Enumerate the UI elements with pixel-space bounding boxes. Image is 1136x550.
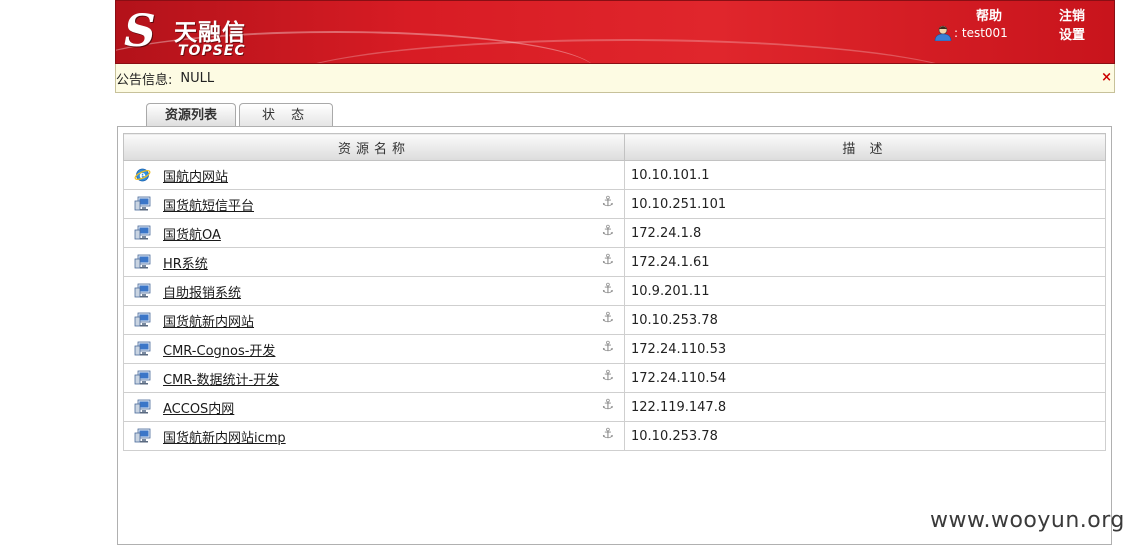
notice-bar: 公告信息: NULL × [115, 64, 1115, 93]
notice-label: 公告信息: [116, 72, 173, 88]
resource-link[interactable]: 国航内网站 [163, 170, 228, 185]
topsec-logo: S 天融信 TOPSEC [122, 6, 272, 60]
resource-name-cell: CMR-Cognos-开发 ⚓ [123, 334, 625, 364]
resource-description: 172.24.110.53 [624, 334, 1106, 364]
table-row: CMR-数据统计-开发 ⚓ 172.24.110.54 [123, 363, 1106, 393]
resource-name-cell: 国货航新内网站 ⚓ [123, 305, 625, 335]
resource-table: 资源名称 描 述 e 国航内网站 10.10.101.1 国货航短信平台 ⚓ 10.… [123, 133, 1106, 451]
resource-name-cell: 国货航短信平台 ⚓ [123, 189, 625, 219]
resource-link[interactable]: 自助报销系统 [163, 286, 241, 301]
resource-link[interactable]: 国货航新内网站icmp [163, 431, 286, 446]
anchor-icon[interactable]: ⚓ [601, 194, 614, 210]
tab-resource-list[interactable]: 资源列表 [146, 103, 237, 128]
resource-panel: 资源名称 描 述 e 国航内网站 10.10.101.1 国货航短信平台 ⚓ 10.… [117, 126, 1112, 545]
resource-description: 122.119.147.8 [624, 392, 1106, 422]
app-header: S 天融信 TOPSEC 帮助 注销 设置 : test001 [115, 0, 1115, 64]
table-row: CMR-Cognos-开发 ⚓ 172.24.110.53 [123, 334, 1106, 364]
computer-icon [134, 312, 151, 328]
table-row: HR系统 ⚓ 172.24.1.61 [123, 247, 1106, 277]
computer-icon [134, 428, 151, 444]
table-row: e 国航内网站 10.10.101.1 [123, 160, 1106, 190]
resource-link[interactable]: 国货航短信平台 [163, 199, 254, 214]
anchor-icon[interactable]: ⚓ [601, 252, 614, 268]
tab-status[interactable]: 状 态 [239, 103, 334, 127]
resource-description: 10.10.253.78 [624, 421, 1106, 451]
column-header-resource-name: 资源名称 [123, 133, 625, 161]
resource-link[interactable]: CMR-Cognos-开发 [163, 344, 275, 359]
resource-name-cell: 国货航OA ⚓ [123, 218, 625, 248]
table-row: ACCOS内网 ⚓ 122.119.147.8 [123, 392, 1106, 422]
logout-link[interactable]: 注销 [1059, 5, 1085, 24]
computer-icon [134, 370, 151, 386]
computer-icon [134, 341, 151, 357]
resource-description: 10.10.101.1 [624, 160, 1106, 190]
resource-link[interactable]: HR系统 [163, 257, 208, 272]
computer-icon [134, 225, 151, 241]
computer-icon [134, 399, 151, 415]
resource-description: 10.10.251.101 [624, 189, 1106, 219]
notice-value: NULL [180, 70, 215, 86]
logo-english-text: TOPSEC [178, 43, 246, 59]
anchor-icon[interactable]: ⚓ [601, 426, 614, 442]
ie-browser-icon: e [134, 167, 151, 183]
resource-description: 10.10.253.78 [624, 305, 1106, 335]
computer-icon [134, 254, 151, 270]
table-row: 国货航短信平台 ⚓ 10.10.251.101 [123, 189, 1106, 219]
computer-icon [134, 283, 151, 299]
table-row: 自助报销系统 ⚓ 10.9.201.11 [123, 276, 1106, 306]
anchor-icon[interactable]: ⚓ [601, 223, 614, 239]
resource-link[interactable]: 国货航OA [163, 228, 221, 243]
resource-link[interactable]: ACCOS内网 [163, 402, 234, 417]
tab-bar: 资源列表 状 态 [146, 103, 336, 128]
resource-name-cell: e 国航内网站 [123, 160, 625, 190]
resource-name-cell: CMR-数据统计-开发 ⚓ [123, 363, 625, 393]
settings-link[interactable]: 设置 [1059, 24, 1085, 43]
anchor-icon[interactable]: ⚓ [601, 397, 614, 413]
table-row: 国货航新内网站icmp ⚓ 10.10.253.78 [123, 421, 1106, 451]
notice-close-icon[interactable]: × [1101, 70, 1112, 85]
resource-description: 172.24.110.54 [624, 363, 1106, 393]
anchor-icon[interactable]: ⚓ [601, 310, 614, 326]
resource-link[interactable]: 国货航新内网站 [163, 315, 254, 330]
table-header-row: 资源名称 描 述 [123, 133, 1106, 161]
resource-name-cell: ACCOS内网 ⚓ [123, 392, 625, 422]
anchor-icon[interactable]: ⚓ [601, 339, 614, 355]
table-row: 国货航OA ⚓ 172.24.1.8 [123, 218, 1106, 248]
anchor-icon[interactable]: ⚓ [601, 281, 614, 297]
table-row: 国货航新内网站 ⚓ 10.10.253.78 [123, 305, 1106, 335]
help-link[interactable]: 帮助 [976, 5, 1002, 24]
resource-name-cell: HR系统 ⚓ [123, 247, 625, 277]
resource-description: 10.9.201.11 [624, 276, 1106, 306]
column-header-description: 描 述 [624, 133, 1106, 161]
user-icon [934, 25, 952, 41]
username-label: : test001 [954, 26, 1008, 40]
resource-name-cell: 国货航新内网站icmp ⚓ [123, 421, 625, 451]
watermark-text: www.wooyun.org [930, 508, 1125, 533]
anchor-icon[interactable]: ⚓ [601, 368, 614, 384]
logo-s-mark-icon: S [124, 6, 156, 57]
logo-chinese-text: 天融信 [174, 20, 246, 46]
resource-description: 172.24.1.61 [624, 247, 1106, 277]
current-user: : test001 [934, 25, 1008, 41]
resource-link[interactable]: CMR-数据统计-开发 [163, 373, 279, 388]
resource-description: 172.24.1.8 [624, 218, 1106, 248]
computer-icon [134, 196, 151, 212]
resource-name-cell: 自助报销系统 ⚓ [123, 276, 625, 306]
